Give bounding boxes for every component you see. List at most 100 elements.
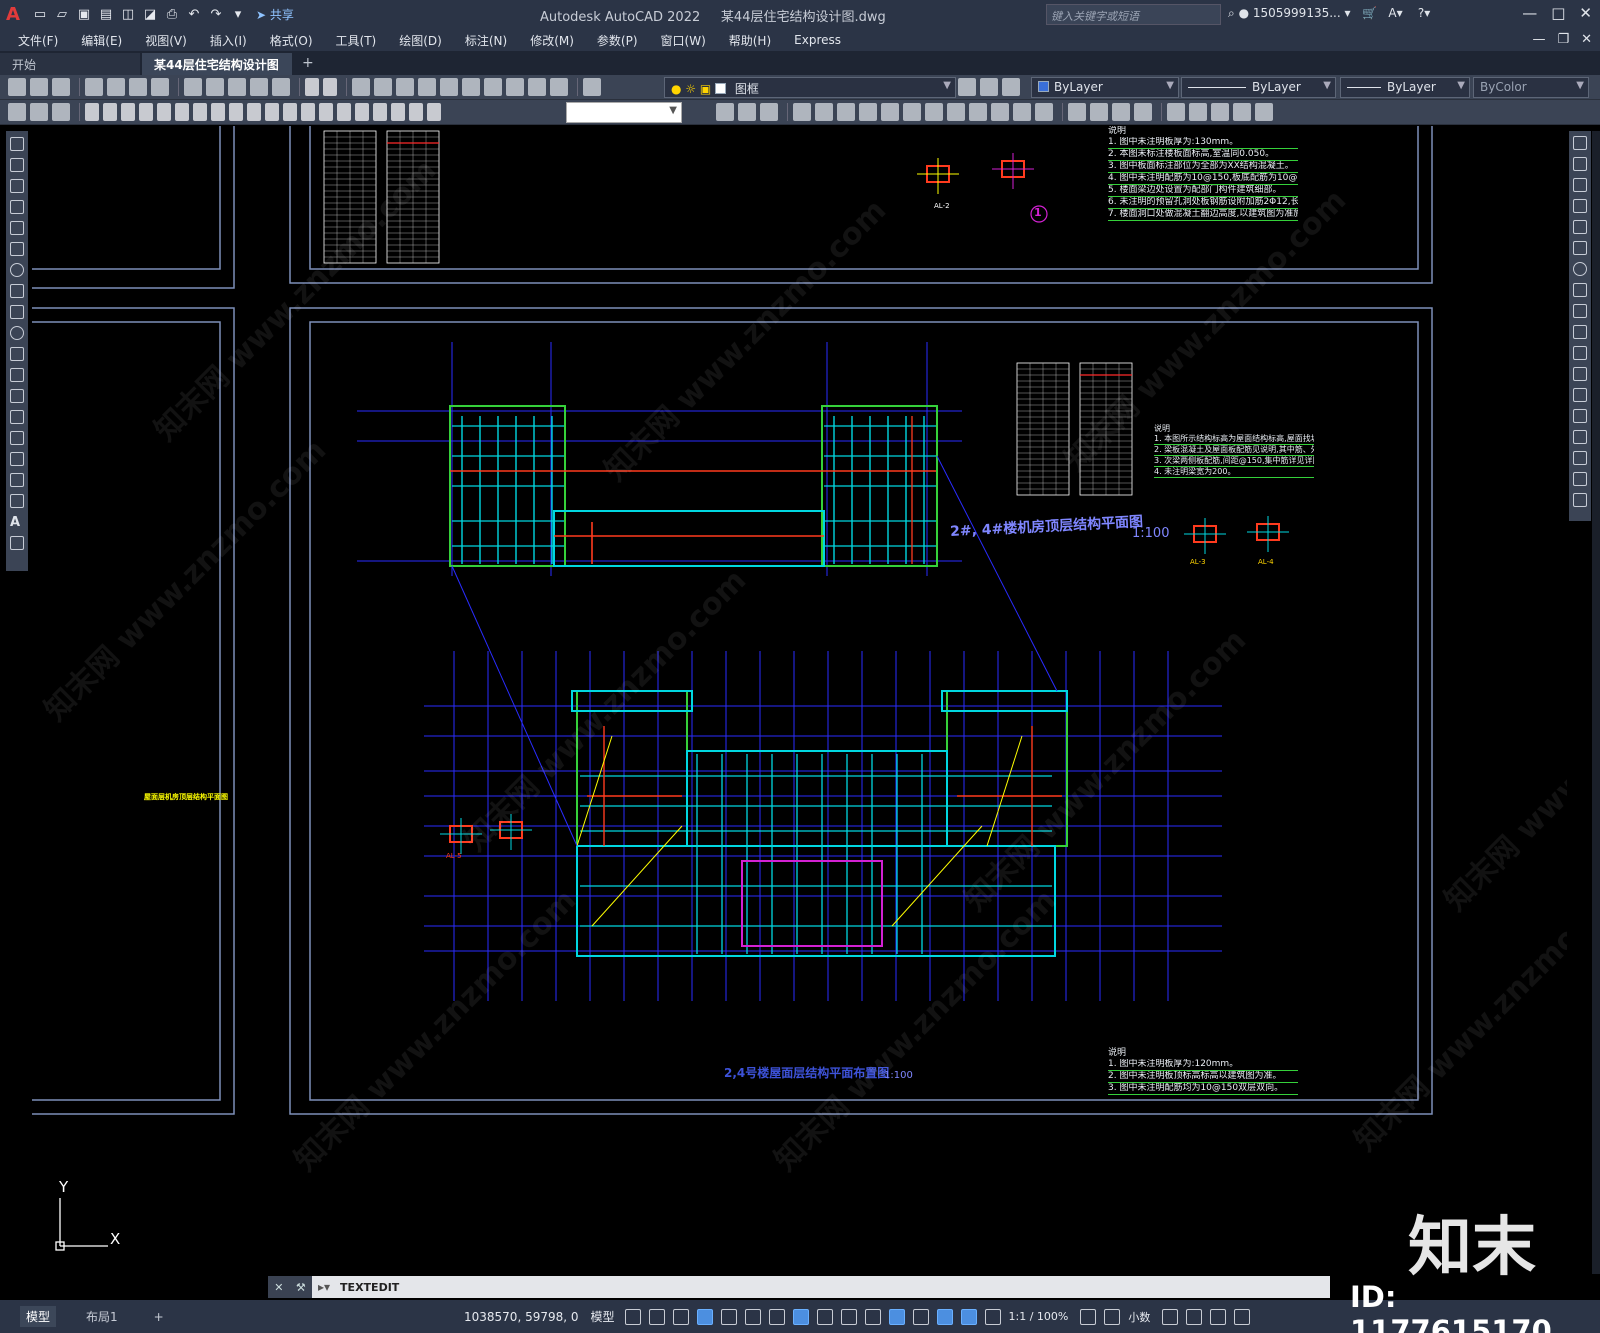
undo-toolbar-icon[interactable] bbox=[305, 78, 319, 96]
menu-parametric[interactable]: 参数(P) bbox=[597, 32, 638, 49]
menu-modify[interactable]: 修改(M) bbox=[530, 32, 574, 49]
3d-print-icon[interactable] bbox=[151, 78, 169, 96]
insert-block-icon[interactable] bbox=[1167, 103, 1185, 121]
section-label-al4[interactable]: AL-4 bbox=[1258, 558, 1274, 566]
array-side-icon[interactable] bbox=[1573, 220, 1587, 234]
undo-icon[interactable]: ↶ bbox=[184, 5, 204, 25]
tab-model[interactable]: 模型 bbox=[20, 1306, 57, 1327]
save-web-icon[interactable]: ◪ bbox=[140, 5, 160, 25]
snap-icon[interactable] bbox=[648, 1308, 665, 1325]
model-space-toggle[interactable]: 模型 bbox=[591, 1308, 615, 1325]
share-button[interactable]: ➤ 共享 bbox=[256, 6, 294, 23]
scale-icon[interactable] bbox=[881, 103, 899, 121]
notes-bottom[interactable]: 说明 1. 图中未注明板厚为:120mm。 2. 图中未注明板顶标高标高以建筑图为… bbox=[1108, 1048, 1298, 1095]
copy-icon[interactable] bbox=[206, 78, 224, 96]
dynamic-ucs-icon[interactable] bbox=[912, 1308, 929, 1325]
cut-icon[interactable] bbox=[184, 78, 202, 96]
help-icon[interactable]: ?▾ bbox=[1418, 6, 1430, 20]
stretch-icon[interactable] bbox=[903, 103, 921, 121]
command-history-icon[interactable]: ▸▾ bbox=[318, 1280, 330, 1294]
menu-edit[interactable]: 编辑(E) bbox=[81, 32, 122, 49]
arc-icon[interactable] bbox=[10, 242, 24, 256]
rotate-icon[interactable] bbox=[859, 103, 877, 121]
menu-tools[interactable]: 工具(T) bbox=[336, 32, 377, 49]
linetype-dropdown[interactable]: ByLayer ▼ bbox=[1181, 77, 1336, 98]
erase-icon[interactable] bbox=[716, 103, 734, 121]
ordinate-dimension-icon[interactable] bbox=[139, 103, 153, 121]
scale-side-icon[interactable] bbox=[1573, 283, 1587, 297]
drawing-canvas[interactable]: 2#, 4#楼机房顶层结构平面图 1:100 2,4号楼屋面层结构平面布置图 1… bbox=[32, 126, 1567, 1276]
rotate-side-icon[interactable] bbox=[1573, 262, 1587, 276]
sheet-set-icon[interactable] bbox=[506, 78, 524, 96]
zoom-previous-icon[interactable] bbox=[418, 78, 436, 96]
tool-palettes-icon[interactable] bbox=[484, 78, 502, 96]
new-file-icon[interactable]: ▭ bbox=[30, 5, 50, 25]
close-icon[interactable]: ✕ bbox=[274, 1281, 283, 1294]
user-account[interactable]: ⌕ ● 1505999135... ▾ 🛒 A▾ ?▾ bbox=[1228, 6, 1430, 21]
jogged-linear-icon[interactable] bbox=[373, 103, 387, 121]
chamfer-icon[interactable] bbox=[1013, 103, 1031, 121]
rectangle-icon[interactable] bbox=[10, 221, 24, 235]
plot-icon[interactable]: ⎙ bbox=[162, 5, 182, 25]
menu-help[interactable]: 帮助(H) bbox=[729, 32, 771, 49]
minimize-button[interactable]: — bbox=[1522, 4, 1537, 22]
extend-side-icon[interactable] bbox=[1573, 346, 1587, 360]
clean-screen-icon[interactable] bbox=[1210, 1308, 1227, 1325]
plan-scale-1[interactable]: 1:100 bbox=[1132, 526, 1169, 541]
coordinates-readout[interactable]: 1038570, 59798, 0 bbox=[464, 1310, 579, 1324]
qnew-icon[interactable] bbox=[8, 78, 26, 96]
grid-icon[interactable] bbox=[624, 1308, 641, 1325]
explode-side-icon[interactable] bbox=[1573, 493, 1587, 507]
layer-walk-icon[interactable] bbox=[52, 103, 70, 121]
menu-express[interactable]: Express bbox=[794, 33, 841, 47]
3d-osnap-icon[interactable] bbox=[888, 1308, 905, 1325]
revision-cloud-icon[interactable] bbox=[10, 284, 24, 298]
jogged-dimension-icon[interactable] bbox=[175, 103, 189, 121]
zoom-realtime-icon[interactable] bbox=[374, 78, 392, 96]
section-label-al5[interactable]: AL-5 bbox=[446, 852, 462, 860]
aligned-dimension-icon[interactable] bbox=[103, 103, 117, 121]
menu-window[interactable]: 窗口(W) bbox=[661, 32, 706, 49]
annotation-scale-icon[interactable] bbox=[984, 1308, 1001, 1325]
auto-scale-icon[interactable] bbox=[960, 1308, 977, 1325]
customization-icon[interactable] bbox=[1234, 1308, 1251, 1325]
menu-dimension[interactable]: 标注(N) bbox=[465, 32, 507, 49]
design-center-icon[interactable] bbox=[462, 78, 480, 96]
section-label-al2[interactable]: AL-2 bbox=[934, 202, 950, 210]
offset-icon[interactable] bbox=[793, 103, 811, 121]
open-icon[interactable] bbox=[30, 78, 48, 96]
doc-restore-icon[interactable]: ❐ bbox=[1557, 32, 1569, 47]
dimension-break-icon[interactable] bbox=[301, 103, 315, 121]
isolate-objects-icon[interactable] bbox=[1186, 1308, 1203, 1325]
redo-toolbar-icon[interactable] bbox=[323, 78, 337, 96]
plus-icon[interactable] bbox=[1104, 1308, 1121, 1325]
plotstyle-dropdown[interactable]: ByColor ▼ bbox=[1473, 77, 1589, 98]
menu-view[interactable]: 视图(V) bbox=[145, 32, 187, 49]
add-selected-icon[interactable] bbox=[10, 536, 24, 550]
copy-object-icon[interactable] bbox=[738, 103, 756, 121]
erase-side-icon[interactable] bbox=[1573, 136, 1587, 150]
units-value[interactable]: 小数 bbox=[1128, 1309, 1150, 1325]
offset-side-icon[interactable] bbox=[1573, 199, 1587, 213]
angular-dimension-icon[interactable] bbox=[211, 103, 225, 121]
ungroup-icon[interactable] bbox=[1134, 103, 1152, 121]
match-properties-icon[interactable] bbox=[250, 78, 268, 96]
calculator-icon[interactable] bbox=[550, 78, 568, 96]
join-icon[interactable] bbox=[991, 103, 1009, 121]
layer-match-icon[interactable] bbox=[1002, 78, 1020, 96]
fillet-icon[interactable] bbox=[1035, 103, 1053, 121]
menu-format[interactable]: 格式(O) bbox=[270, 32, 313, 49]
publish-icon[interactable] bbox=[129, 78, 147, 96]
gradient-icon[interactable] bbox=[10, 452, 24, 466]
hatch-side-icon[interactable] bbox=[10, 431, 24, 445]
save-as-icon[interactable]: ▤ bbox=[96, 5, 116, 25]
move-icon[interactable] bbox=[837, 103, 855, 121]
transparency-icon[interactable] bbox=[840, 1308, 857, 1325]
menu-insert[interactable]: 插入(I) bbox=[210, 32, 247, 49]
print-icon[interactable] bbox=[85, 78, 103, 96]
detail-marker[interactable]: 1 bbox=[1034, 206, 1042, 219]
make-block-side-icon[interactable] bbox=[10, 389, 24, 403]
draworder-icon[interactable] bbox=[1090, 103, 1108, 121]
extend-icon[interactable] bbox=[947, 103, 965, 121]
ellipse-icon[interactable] bbox=[10, 326, 24, 340]
